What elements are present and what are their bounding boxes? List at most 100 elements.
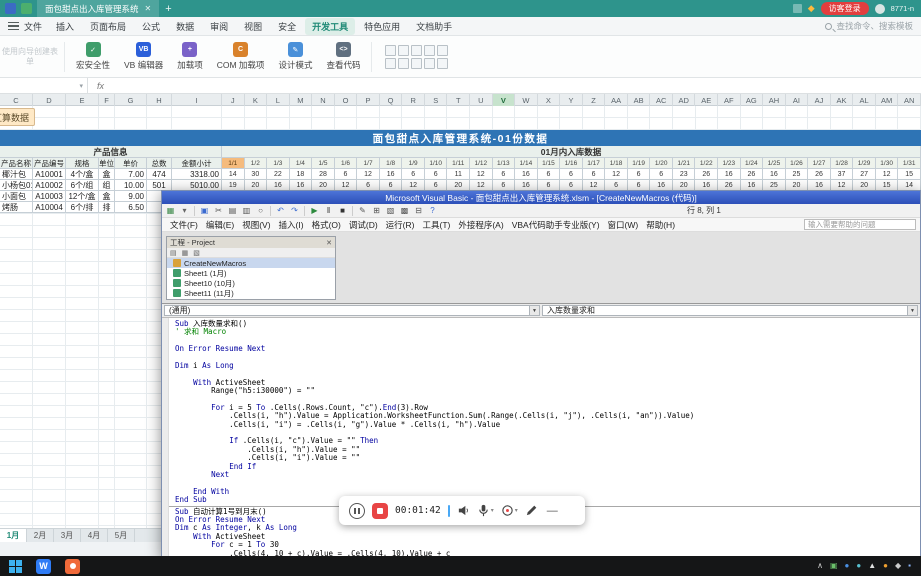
- project-item[interactable]: Sheet11 (11月): [167, 288, 335, 298]
- network-icon[interactable]: ▪: [908, 562, 911, 570]
- cut-icon[interactable]: ✂: [213, 206, 224, 215]
- ribbon-button[interactable]: + 加载项: [170, 42, 210, 71]
- column-header-AH[interactable]: AH: [763, 94, 786, 106]
- tray-expand-icon[interactable]: ∧: [817, 562, 823, 570]
- ribbon-button[interactable]: VB VB 编辑器: [117, 42, 170, 71]
- vba-menu-工具(T)[interactable]: 工具(T): [418, 219, 454, 231]
- column-header-AF[interactable]: AF: [718, 94, 741, 106]
- wps-taskbar-icon[interactable]: W: [36, 558, 51, 574]
- input-method-icon[interactable]: ▲: [868, 562, 876, 570]
- vba-menu-文件(F)[interactable]: 文件(F): [166, 219, 202, 231]
- vba-menu-外接程序(A)[interactable]: 外接程序(A): [454, 219, 507, 231]
- column-header-G[interactable]: G: [115, 94, 147, 106]
- column-header-AD[interactable]: AD: [673, 94, 696, 106]
- vba-menu-帮助(H)[interactable]: 帮助(H): [642, 219, 679, 231]
- column-header-Q[interactable]: Q: [380, 94, 403, 106]
- avatar[interactable]: [874, 3, 885, 14]
- combobox-control-icon[interactable]: [424, 44, 436, 56]
- cell[interactable]: 26: [740, 169, 764, 180]
- volume-icon[interactable]: ◆: [895, 562, 901, 570]
- column-header-D[interactable]: D: [33, 94, 66, 106]
- microphone-icon[interactable]: ▾: [477, 504, 494, 517]
- sheet-tab-1月[interactable]: 1月: [0, 529, 27, 542]
- find-icon[interactable]: ○: [255, 206, 266, 215]
- project-item[interactable]: Sheet1 (1月): [167, 268, 335, 278]
- cell[interactable]: 15: [898, 169, 921, 180]
- file-menu[interactable]: 文件: [24, 20, 42, 33]
- sheet-tab-3月[interactable]: 3月: [54, 529, 81, 542]
- undo-icon[interactable]: ↶: [275, 206, 286, 215]
- break-icon[interactable]: ‖: [323, 206, 334, 215]
- cell[interactable]: 16: [763, 169, 786, 180]
- tab-视图[interactable]: 视图: [237, 18, 269, 35]
- close-tab-icon[interactable]: ✕: [145, 4, 152, 13]
- cell[interactable]: 4个/盒: [66, 169, 99, 180]
- column-header-I[interactable]: I: [172, 94, 222, 106]
- cell[interactable]: 9.00: [115, 191, 147, 202]
- ribbon-button[interactable]: <> 查看代码: [319, 42, 367, 71]
- checkbox-control-icon[interactable]: [398, 44, 410, 56]
- vba-titlebar[interactable]: Microsoft Visual Basic - 面包甜点出入库管理系统.xls…: [162, 191, 920, 204]
- cell[interactable]: 37: [830, 169, 854, 180]
- ribbon-button[interactable]: ✎ 设计模式: [271, 42, 319, 71]
- column-header-AN[interactable]: AN: [898, 94, 921, 106]
- column-header-AC[interactable]: AC: [650, 94, 673, 106]
- object-browser-icon[interactable]: ▩: [399, 206, 410, 215]
- run-icon[interactable]: ▶: [309, 206, 320, 215]
- cell[interactable]: 小杨包01: [0, 180, 33, 191]
- procedure-dropdown[interactable]: 入库数量求和 ▼: [542, 305, 918, 316]
- cell[interactable]: A10003: [33, 191, 66, 202]
- tab-公式[interactable]: 公式: [135, 18, 167, 35]
- toggle-folders-icon[interactable]: ▧: [193, 249, 200, 257]
- cell[interactable]: 12个/盒: [66, 191, 99, 202]
- document-tab[interactable]: 面包甜点出入库管理系统 ✕: [37, 0, 160, 17]
- cell[interactable]: 12: [875, 169, 899, 180]
- tab-特色应用[interactable]: 特色应用: [357, 18, 407, 35]
- cell[interactable]: 6: [582, 169, 606, 180]
- column-header-U[interactable]: U: [470, 94, 493, 106]
- chevron-down-icon[interactable]: ▾: [491, 507, 494, 514]
- cell[interactable]: 6个/排: [66, 202, 99, 213]
- help-search-box[interactable]: 输入需要帮助的问题: [804, 219, 916, 230]
- column-header-S[interactable]: S: [425, 94, 448, 106]
- pointer-highlight-icon[interactable]: ▾: [501, 504, 518, 517]
- close-icon[interactable]: ✕: [326, 239, 332, 247]
- cell[interactable]: 6: [334, 169, 358, 180]
- scrollbar-control-icon[interactable]: [411, 57, 423, 69]
- calc-data-button[interactable]: 汇算数据: [0, 108, 35, 126]
- cell[interactable]: 27: [853, 169, 876, 180]
- spin-control-icon[interactable]: [424, 57, 436, 69]
- save-icon[interactable]: ▣: [199, 206, 210, 215]
- cell[interactable]: 6: [537, 169, 561, 180]
- view-object-icon[interactable]: ▦: [182, 249, 189, 257]
- defender-icon[interactable]: ▣: [830, 562, 838, 570]
- app-logo-icon[interactable]: [5, 3, 16, 14]
- cell[interactable]: 16: [379, 169, 403, 180]
- toolbox-icon[interactable]: ⊟: [413, 206, 424, 215]
- update-icon[interactable]: ●: [883, 562, 888, 570]
- column-header-AG[interactable]: AG: [741, 94, 764, 106]
- tab-数据[interactable]: 数据: [169, 18, 201, 35]
- tab-页面布局[interactable]: 页面布局: [83, 18, 133, 35]
- tab-审阅[interactable]: 审阅: [203, 18, 235, 35]
- button-control-icon[interactable]: [385, 44, 397, 56]
- column-header-P[interactable]: P: [357, 94, 380, 106]
- column-header-N[interactable]: N: [312, 94, 335, 106]
- vba-menu-视图(V)[interactable]: 视图(V): [238, 219, 274, 231]
- view-code-icon[interactable]: ▤: [170, 249, 177, 257]
- start-button[interactable]: [9, 559, 22, 573]
- cell[interactable]: 18: [289, 169, 313, 180]
- cell[interactable]: 6: [424, 169, 448, 180]
- cell[interactable]: 组: [99, 180, 115, 191]
- login-button[interactable]: 访客登录: [820, 2, 869, 15]
- cell[interactable]: 10.00: [115, 180, 147, 191]
- project-explorer-icon[interactable]: ⊞: [371, 206, 382, 215]
- vba-menu-VBA代码助手专业版(Y)[interactable]: VBA代码助手专业版(Y): [508, 219, 604, 231]
- cell[interactable]: 6: [402, 169, 425, 180]
- new-tab-button[interactable]: +: [165, 3, 171, 15]
- cell[interactable]: 12: [605, 169, 628, 180]
- vip-icon[interactable]: ◆: [808, 3, 815, 14]
- listbox-control-icon[interactable]: [437, 44, 449, 56]
- cell[interactable]: 盒: [99, 169, 115, 180]
- column-header-H[interactable]: H: [147, 94, 172, 106]
